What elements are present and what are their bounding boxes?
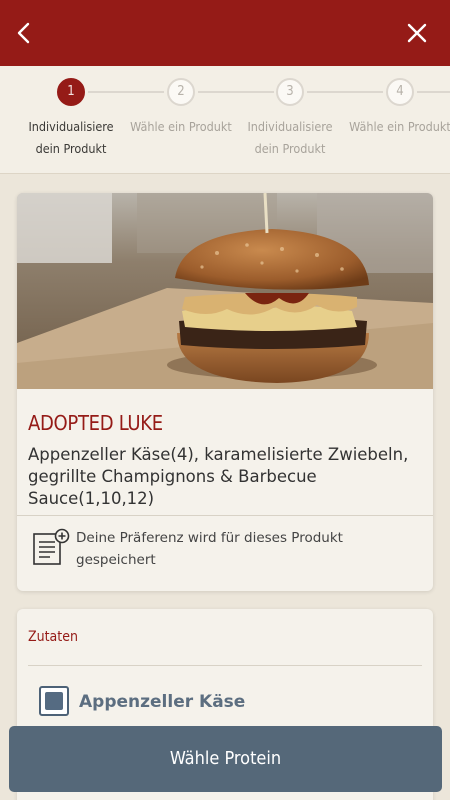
choose-protein-button[interactable]: Wähle Protein [9,726,442,792]
preference-note: Deine Präferenz wird für dieses Produkt … [76,530,343,568]
divider [28,665,422,666]
step-label: Wähle ein Produkt [349,119,450,134]
ingredient-label[interactable]: Appenzeller Käse [79,692,245,712]
step-number: 3 [276,78,304,106]
close-icon[interactable] [400,16,434,50]
document-plus-icon [32,528,72,568]
step-3: 3 Individualisiere dein Produkt [235,78,345,160]
product-photo [17,193,433,389]
product-name: ADOPTED LUKE [28,411,163,435]
step-number: 4 [386,78,414,106]
progress-stepper: 1 Individualisiere dein Produkt 2 Wähle … [0,66,450,174]
step-label: Individualisiere dein Produkt [247,119,333,156]
ingredient-checkbox[interactable] [39,686,69,716]
step-2: 2 Wähle ein Produkt [126,78,236,138]
divider [17,515,433,516]
step-number: 2 [167,78,195,106]
step-4: 4 Wähle ein Produkt [345,78,450,138]
step-label: Wähle ein Produkt [130,119,232,134]
step-1: 1 Individualisiere dein Produkt [16,78,126,160]
step-number: 1 [57,78,85,106]
step-label: Individualisiere dein Produkt [28,119,114,156]
ingredients-title: Zutaten [28,629,78,645]
chevron-left-icon[interactable] [8,16,42,50]
checkbox-checked-fill [45,692,63,710]
top-bar [0,0,450,66]
product-card: ADOPTED LUKE Appenzeller Käse(4), karame… [17,193,433,591]
product-description: Appenzeller Käse(4), karamelisierte Zwie… [28,445,409,508]
